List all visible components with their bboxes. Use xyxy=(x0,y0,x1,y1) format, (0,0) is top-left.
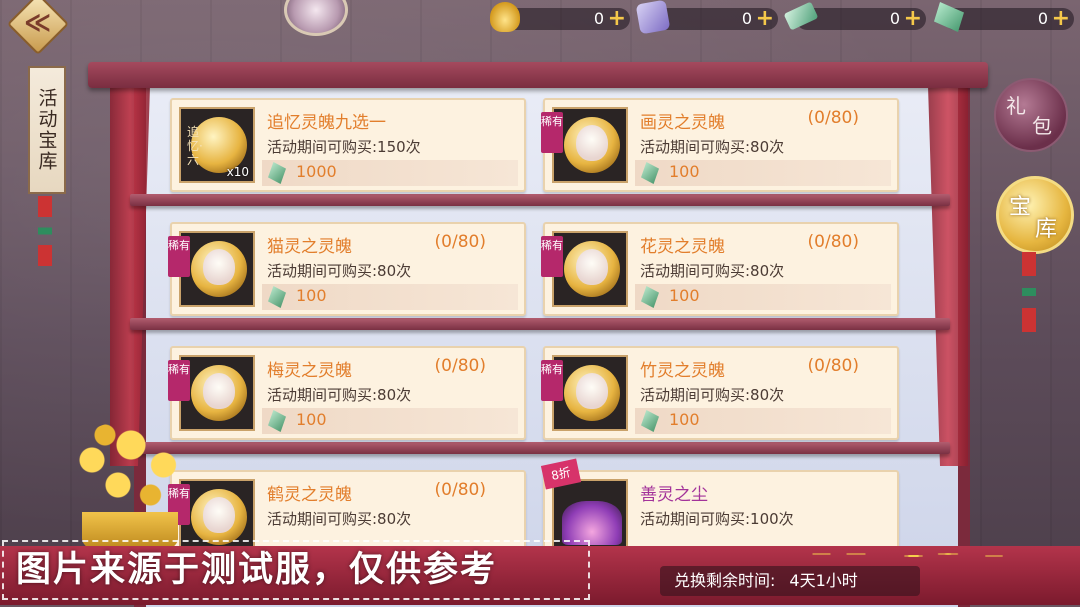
shop-item-card[interactable]: 稀有 竹灵之灵魄 (0/80) 活动期间可购买:80次 100 xyxy=(541,346,899,440)
item-name: 鹤灵之灵魄 xyxy=(267,485,352,505)
item-price: 100 xyxy=(296,286,327,305)
item-thumbnail xyxy=(552,107,628,183)
currency-amount: 0 xyxy=(593,9,604,28)
gold-coins-icon xyxy=(66,420,196,520)
gift-pack-button[interactable]: 礼 包 xyxy=(994,78,1068,152)
item-progress: (0/80) xyxy=(434,232,486,252)
spirit-portrait-icon xyxy=(576,373,608,409)
item-purchase-limit: 活动期间可购买:100次 xyxy=(640,510,794,528)
tab-activity-vault[interactable]: 活动宝库 xyxy=(28,66,66,194)
gold-coins-icon xyxy=(810,544,1040,564)
item-price: 100 xyxy=(296,410,327,429)
item-name: 梅灵之灵魄 xyxy=(267,361,352,381)
spirit-dust-icon xyxy=(562,501,622,545)
shelf xyxy=(130,442,950,454)
shop-item-card[interactable]: 稀有 画灵之灵魄 (0/80) 活动期间可购买:80次 100 xyxy=(541,98,899,192)
gift-pack-label: 礼 xyxy=(1006,94,1026,118)
spirit-portrait-icon xyxy=(203,497,235,533)
item-name: 猫灵之灵魄 xyxy=(267,237,352,257)
item-purchase-limit: 活动期间可购买:80次 xyxy=(267,386,412,404)
shelf xyxy=(130,318,950,330)
exchange-timer: 兑换剩余时间: 4天1小时 xyxy=(660,566,920,596)
gold-ingot-icon xyxy=(490,2,520,32)
shop-item-card[interactable]: 追忆·六 x10 追忆灵魄九选一 活动期间可购买:150次 1000 xyxy=(170,98,526,192)
rare-badge: 稀有 xyxy=(168,360,190,401)
item-thumbnail xyxy=(179,231,255,307)
item-progress: (0/80) xyxy=(807,232,859,252)
currency-amount: 0 xyxy=(741,9,752,28)
rare-badge: 稀有 xyxy=(541,360,563,401)
item-name: 画灵之灵魄 xyxy=(640,113,725,133)
shop-item-card[interactable]: 稀有 猫灵之灵魄 (0/80) 活动期间可购买:80次 100 xyxy=(168,222,526,316)
chinese-knot-icon xyxy=(38,196,52,266)
item-purchase-limit: 活动期间可购买:80次 xyxy=(640,262,785,280)
item-price: 100 xyxy=(669,410,700,429)
test-server-watermark: 图片来源于测试服，仅供参考 xyxy=(2,540,590,600)
back-arrow-icon: ≪ xyxy=(24,8,52,38)
item-price: 100 xyxy=(669,162,700,181)
add-ticket-button[interactable]: + xyxy=(904,6,922,31)
vault-button[interactable]: 宝 库 xyxy=(996,176,1074,254)
item-name: 竹灵之灵魄 xyxy=(640,361,725,381)
shop-item-card[interactable]: 稀有 梅灵之灵魄 (0/80) 活动期间可购买:80次 100 xyxy=(168,346,526,440)
shelf xyxy=(130,194,950,206)
timer-value: 4天1小时 xyxy=(789,571,858,590)
top-bar: ≪ 0 + 0 + 0 + 0 + xyxy=(0,0,1080,56)
item-progress: (0/80) xyxy=(434,480,486,500)
spirit-portrait-icon xyxy=(203,249,235,285)
rare-badge: 稀有 xyxy=(168,236,190,277)
item-name: 花灵之灵魄 xyxy=(640,237,725,257)
item-price: 100 xyxy=(669,286,700,305)
shop-item-card[interactable]: 稀有 花灵之灵魄 (0/80) 活动期间可购买:80次 100 xyxy=(541,222,899,316)
currency-amount: 0 xyxy=(889,9,900,28)
item-purchase-limit: 活动期间可购买:80次 xyxy=(267,510,412,528)
memory-label: 追忆·六 xyxy=(187,125,203,167)
add-gem-button[interactable]: + xyxy=(756,6,774,31)
vault-label: 宝 xyxy=(1009,195,1032,220)
add-gold-button[interactable]: + xyxy=(608,6,626,31)
item-thumbnail: 追忆·六 x10 xyxy=(179,107,255,183)
item-price: 1000 xyxy=(296,162,337,181)
currency-token: 0 + xyxy=(934,2,1074,32)
item-purchase-limit: 活动期间可购买:80次 xyxy=(640,138,785,156)
rare-badge: 稀有 xyxy=(541,112,563,153)
jade-token-icon xyxy=(934,2,964,32)
purple-gem-icon xyxy=(635,0,671,35)
item-purchase-limit: 活动期间可购买:80次 xyxy=(640,386,785,404)
item-name: 善灵之尘 xyxy=(640,485,708,505)
item-name: 追忆灵魄九选一 xyxy=(267,113,386,133)
spirit-portrait-icon xyxy=(203,373,235,409)
currency-gold: 0 + xyxy=(490,2,630,32)
item-purchase-limit: 活动期间可购买:150次 xyxy=(267,138,421,156)
jade-ticket-icon xyxy=(783,1,819,31)
currency-gem: 0 + xyxy=(635,0,778,35)
item-thumbnail xyxy=(552,231,628,307)
spirit-portrait-icon xyxy=(576,125,608,161)
timer-label: 兑换剩余时间: xyxy=(674,571,776,590)
item-thumbnail xyxy=(552,355,628,431)
item-progress: (0/80) xyxy=(807,108,859,128)
spirit-portrait-icon xyxy=(576,249,608,285)
item-progress: (0/80) xyxy=(434,356,486,376)
add-token-button[interactable]: + xyxy=(1052,6,1070,31)
item-quantity: x10 xyxy=(226,165,249,179)
vault-label: 库 xyxy=(1035,217,1058,242)
gift-pack-label: 包 xyxy=(1032,114,1052,138)
currency-amount: 0 xyxy=(1037,9,1048,28)
avatar[interactable] xyxy=(284,0,348,36)
chinese-knot-icon xyxy=(1022,252,1036,332)
back-button[interactable]: ≪ xyxy=(6,0,80,56)
currency-ticket: 0 + xyxy=(783,1,926,31)
rare-badge: 稀有 xyxy=(541,236,563,277)
item-purchase-limit: 活动期间可购买:80次 xyxy=(267,262,412,280)
item-progress: (0/80) xyxy=(807,356,859,376)
cabinet-top-beam xyxy=(88,62,988,88)
